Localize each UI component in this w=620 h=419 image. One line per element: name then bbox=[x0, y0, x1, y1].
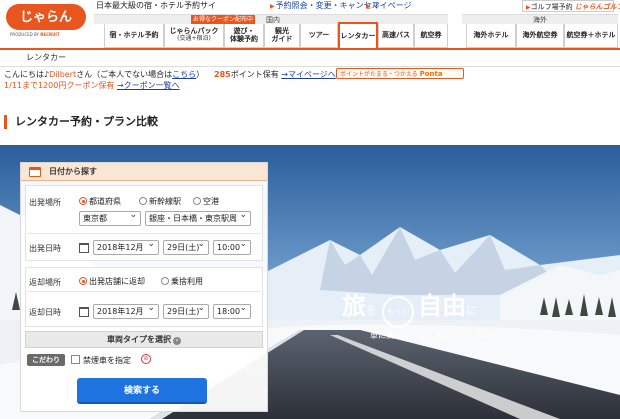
radio-shinkansen-dot bbox=[139, 197, 147, 205]
search-panel: 日付から探す 出発場所 都道府県 新幹線駅 空港 東京都 銀座・日本橋・東京駅周… bbox=[20, 162, 268, 412]
depart-place-label: 出発場所 bbox=[29, 198, 61, 207]
tab-activities[interactable]: 遊び・ 体験予約 bbox=[224, 24, 264, 48]
triangle-icon: ▶ bbox=[366, 3, 371, 10]
tab-overseas-flight[interactable]: 海外航空券 bbox=[516, 24, 564, 48]
page-title: レンタカー予約・プラン比較 bbox=[4, 115, 158, 129]
tab-highway-bus[interactable]: 高速バス bbox=[378, 24, 414, 48]
return-month-select[interactable]: 2018年12月 bbox=[93, 304, 159, 319]
nav-group-domestic: 国内 bbox=[98, 14, 448, 24]
radio-same-store[interactable]: 出発店舗に返却 bbox=[79, 276, 145, 287]
prefecture-select[interactable]: 東京都 bbox=[79, 211, 141, 226]
tab-sightseeing[interactable]: 観光 ガイド bbox=[264, 24, 300, 48]
reservation-inquiry-link[interactable]: ▶予約照会・変更・キャンセル bbox=[270, 0, 380, 11]
radio-prefecture[interactable]: 都道府県 bbox=[79, 196, 121, 207]
tab-overseas-hotel[interactable]: 海外ホテル bbox=[466, 24, 516, 48]
points-value: 285 bbox=[214, 70, 231, 79]
calendar-icon bbox=[29, 167, 41, 177]
hero-subcopy: 車に乗れば、楽しみはもっと広がる bbox=[370, 331, 498, 340]
user-greeting: こんにちは♪Dilbertさん（ご本人でない場合はこちら） bbox=[4, 70, 205, 79]
radio-airport[interactable]: 空港 bbox=[193, 196, 219, 207]
subnav-divider bbox=[0, 66, 620, 67]
subnav-rental-car[interactable]: レンタカー bbox=[26, 52, 66, 63]
return-date-label: 返却日時 bbox=[29, 308, 61, 317]
coupon-info: 1/11まで1200円クーポン保有 →クーポン一覧へ bbox=[4, 81, 180, 90]
return-day-select[interactable]: 29日(土) bbox=[163, 304, 209, 319]
golf-reservation-link[interactable]: ▶ゴルフ場予約 じゃらんゴルフ bbox=[522, 0, 620, 12]
divider bbox=[27, 233, 261, 234]
tab-flight[interactable]: 航空券 bbox=[414, 24, 448, 48]
mypage-link[interactable]: →マイページへ bbox=[281, 70, 336, 79]
car-type-button[interactable]: 車両タイプを選択 › bbox=[25, 331, 263, 348]
calendar-icon[interactable] bbox=[79, 307, 89, 317]
area-select[interactable]: 銀座・日本橋・東京駅周 bbox=[145, 211, 251, 226]
hero-circle: もっと bbox=[381, 295, 414, 328]
divider bbox=[27, 291, 261, 292]
tab-jalan-pack[interactable]: じゃらんパック (交通+宿泊) bbox=[164, 24, 224, 48]
search-button[interactable]: 検索する bbox=[77, 378, 207, 404]
preference-label: こだわり bbox=[27, 354, 65, 366]
site-tagline: 日本最大級の宿・ホテル予約サイ bbox=[96, 1, 216, 10]
ponta-banner[interactable]: ポイントがたまる・つかえる Ponta bbox=[336, 68, 464, 79]
coupon-list-link[interactable]: →クーポン一覧へ bbox=[117, 81, 180, 90]
nosmoke-label[interactable]: 禁煙車を指定 bbox=[83, 355, 131, 366]
depart-date-label: 出発日時 bbox=[29, 244, 61, 253]
chevron-right-icon: › bbox=[173, 337, 181, 345]
radio-same-store-dot bbox=[79, 277, 87, 285]
radio-prefecture-dot bbox=[79, 197, 87, 205]
jalan-golf-logo: じゃらんゴルフ bbox=[574, 3, 620, 11]
logo-producer: PRODUCED BY RECRUIT bbox=[10, 32, 60, 37]
logo-text: じゃらん bbox=[19, 10, 72, 25]
tab-flight-hotel[interactable]: 航空券＋ホテル bbox=[564, 24, 618, 48]
tab-hotel[interactable]: 宿・ホテル予約 bbox=[104, 24, 164, 48]
triangle-icon: ▶ bbox=[270, 3, 275, 10]
points-info: 285ポイント保有 →マイページへ bbox=[214, 70, 336, 79]
ponta-logo: Ponta bbox=[419, 70, 443, 78]
jalan-logo[interactable]: じゃらん PRODUCED BY RECRUIT bbox=[4, 2, 88, 40]
radio-one-way-dot bbox=[161, 277, 169, 285]
tab-tour[interactable]: ツアー bbox=[300, 24, 338, 48]
user-name: Dilbert bbox=[49, 70, 77, 79]
return-time-select[interactable]: 18:00 bbox=[213, 304, 251, 319]
no-smoking-icon: ⊘ bbox=[141, 354, 151, 364]
calendar-icon[interactable] bbox=[79, 243, 89, 253]
depart-time-select[interactable]: 10:00 bbox=[213, 240, 251, 255]
radio-one-way[interactable]: 乗捨利用 bbox=[161, 276, 203, 287]
nav-underline bbox=[0, 48, 620, 50]
nav-group-overseas: 海外 bbox=[462, 14, 618, 24]
tab-rental-car[interactable]: レンタカー bbox=[338, 22, 378, 50]
hero-catchcopy: 旅を もっと 自由に bbox=[342, 286, 477, 328]
return-place-label: 返却場所 bbox=[29, 278, 61, 287]
radio-airport-dot bbox=[193, 197, 201, 205]
nosmoke-checkbox[interactable] bbox=[71, 355, 80, 364]
depart-day-select[interactable]: 29日(土) bbox=[163, 240, 209, 255]
not-you-link[interactable]: こちら bbox=[172, 70, 196, 79]
depart-month-select[interactable]: 2018年12月 bbox=[93, 240, 159, 255]
radio-shinkansen[interactable]: 新幹線駅 bbox=[139, 196, 181, 207]
mypage-top-link[interactable]: ▶マイページ bbox=[366, 0, 411, 11]
panel-header: 日付から探す bbox=[21, 163, 267, 181]
